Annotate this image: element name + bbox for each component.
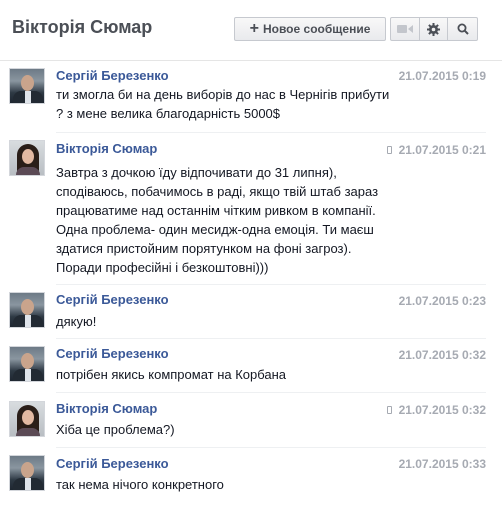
message-line: дякую! [56, 314, 97, 329]
message-line: Хіба це проблема?) [56, 422, 175, 437]
message-author[interactable]: Вікторія Сюмар [56, 401, 157, 416]
avatar[interactable] [9, 455, 45, 491]
message-body: Завтра з дочкою їду відпочивати до 31 ли… [56, 163, 456, 277]
plus-icon: + [249, 20, 259, 37]
divider [56, 338, 486, 339]
avatar[interactable] [9, 346, 45, 382]
message-line: Поради професійні і безкоштовні))) [56, 260, 269, 275]
message-timestamp: 21.07.2015 0:21 [386, 143, 486, 157]
message-timestamp: 21.07.2015 0:32 [399, 348, 486, 362]
message-time: 21.07.2015 0:32 [398, 403, 486, 417]
message-author[interactable]: Сергій Березенко [56, 456, 169, 471]
new-message-button[interactable]: + Новое сообщение [234, 17, 386, 41]
message-body: дякую! [56, 312, 456, 331]
message-line: сподіваюсь, побачимось в раді, якщо твій… [56, 184, 379, 199]
message-timestamp: 21.07.2015 0:23 [399, 294, 486, 308]
message-body: так нема нічого конкретного [56, 475, 456, 494]
avatar[interactable] [9, 401, 45, 437]
message-time: 21.07.2015 0:32 [398, 348, 486, 362]
gear-icon [427, 22, 440, 36]
message-author[interactable]: Сергій Березенко [56, 346, 169, 361]
mobile-phone-icon [386, 406, 392, 414]
message-line: працюватиме над останнім чітким ривком в… [56, 203, 376, 218]
message-line: Одна проблема- один месидж-одна емоція. … [56, 222, 374, 237]
avatar[interactable] [9, 68, 45, 104]
message-time: 21.07.2015 0:21 [398, 143, 486, 157]
message-body: ти змогла би на день виборів до нас в Че… [56, 85, 456, 123]
message-line: ти змогла би на день виборів до нас в Че… [56, 87, 390, 102]
message-time: 21.07.2015 0:19 [398, 69, 486, 83]
message-line: здатися пристойним порятунком на фоні за… [56, 241, 352, 256]
divider [56, 447, 486, 448]
divider [56, 132, 486, 133]
message-body: Хіба це проблема?) [56, 420, 456, 439]
toolbar: + Новое сообщение [234, 17, 478, 43]
video-call-button[interactable] [390, 17, 420, 41]
avatar[interactable] [9, 140, 45, 176]
message-author[interactable]: Вікторія Сюмар [56, 141, 157, 156]
settings-button[interactable] [420, 17, 448, 41]
avatar[interactable] [9, 292, 45, 328]
conversation-title: Вікторія Сюмар [12, 17, 153, 37]
message-line: потрібен якись компромат на Корбана [56, 367, 287, 382]
video-camera-icon [397, 25, 413, 33]
divider [56, 284, 486, 285]
message-author[interactable]: Сергій Березенко [56, 292, 169, 307]
message-line: ? з мене велика благодарність 5000$ [56, 106, 281, 121]
conversation-header: Вікторія Сюмар + Новое сообщение [0, 0, 502, 61]
search-icon [457, 23, 469, 35]
message-timestamp: 21.07.2015 0:33 [399, 457, 486, 471]
mobile-phone-icon [386, 146, 392, 154]
divider [56, 392, 486, 393]
message-timestamp: 21.07.2015 0:19 [399, 69, 486, 83]
message-time: 21.07.2015 0:23 [398, 294, 486, 308]
message-time: 21.07.2015 0:33 [398, 457, 486, 471]
message-author[interactable]: Сергій Березенко [56, 68, 169, 83]
search-button[interactable] [448, 17, 478, 41]
new-message-label: Новое сообщение [262, 22, 371, 36]
message-body: потрібен якись компромат на Корбана [56, 365, 456, 384]
message-line: Завтра з дочкою їду відпочивати до 31 ли… [56, 165, 337, 180]
message-timestamp: 21.07.2015 0:32 [386, 403, 486, 417]
message-line: так нема нічого конкретного [56, 477, 224, 492]
